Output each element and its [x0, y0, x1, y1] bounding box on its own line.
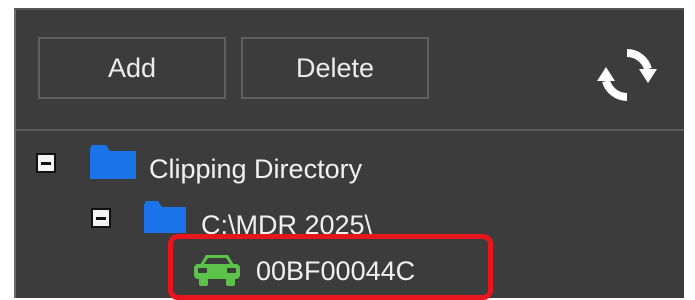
selection-highlight [168, 234, 493, 300]
toolbar: Add Delete [16, 10, 684, 128]
directory-tree: Clipping Directory C:\MDR 2025\ 00BF0004… [16, 131, 684, 300]
tree-node-clipping-directory[interactable]: Clipping Directory [149, 154, 362, 185]
delete-button[interactable]: Delete [241, 37, 429, 99]
folder-icon [144, 201, 186, 233]
folder-icon [90, 145, 136, 179]
collapse-toggle-child[interactable] [91, 208, 111, 228]
collapse-toggle-root[interactable] [36, 153, 56, 173]
clipping-panel: Add Delete Clipping Directory C:\MDR 202… [14, 8, 684, 300]
add-button[interactable]: Add [38, 37, 226, 99]
refresh-icon[interactable] [595, 43, 659, 107]
